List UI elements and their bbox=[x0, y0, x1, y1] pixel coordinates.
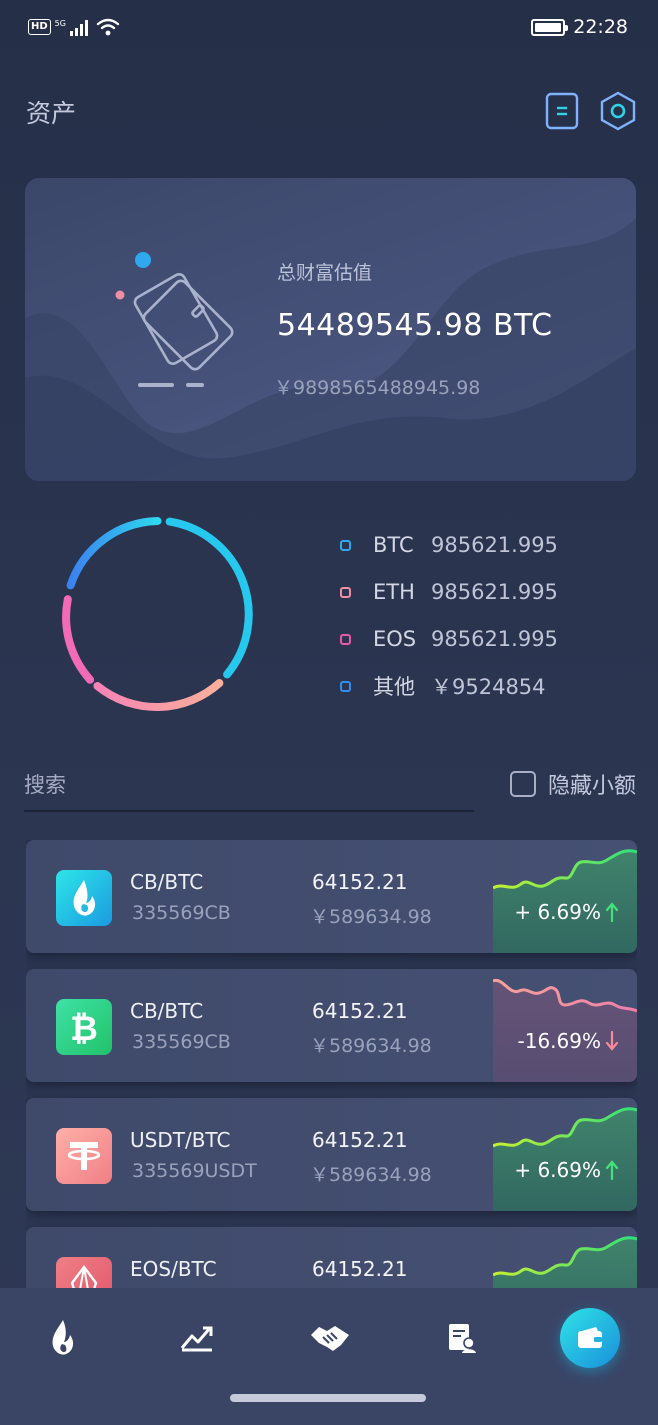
home-indicator[interactable] bbox=[230, 1394, 426, 1402]
coin-pair: USDT/BTC bbox=[130, 1128, 231, 1152]
wealth-cny-value: ￥9898565488945.98 bbox=[274, 377, 481, 399]
legend-dot-icon bbox=[340, 539, 351, 551]
coin-pair: CB/BTC bbox=[130, 870, 204, 894]
legend-item: 其他 ￥9524854 bbox=[340, 671, 600, 701]
coin-change: + 6.69% bbox=[514, 1158, 619, 1182]
coin-change-value: + 6.69% bbox=[514, 900, 601, 924]
clock: 22:28 bbox=[573, 16, 628, 38]
coin-change-value: + 6.69% bbox=[514, 1158, 601, 1182]
search-input[interactable] bbox=[24, 760, 474, 812]
donut-segment-peach bbox=[93, 679, 224, 712]
coin-cny-value: ￥589634.98 bbox=[310, 1164, 432, 1186]
document-user-icon bbox=[449, 1324, 476, 1353]
records-button[interactable] bbox=[544, 90, 580, 130]
donut-segment-pink bbox=[62, 595, 95, 684]
tab-assets[interactable] bbox=[560, 1308, 620, 1368]
tab-bar bbox=[0, 1288, 658, 1425]
tab-trade[interactable] bbox=[300, 1308, 360, 1368]
coin-pair: EOS/BTC bbox=[130, 1257, 217, 1281]
legend-name: 其他 bbox=[373, 675, 415, 699]
wallet-icon bbox=[578, 1327, 602, 1348]
coin-pair: CB/BTC bbox=[130, 999, 204, 1023]
tab-orders[interactable] bbox=[432, 1308, 492, 1368]
search-row: 隐藏小额 bbox=[24, 760, 636, 812]
coin-card[interactable]: ₿ CB/BTC 335569CB 64152.21 ￥589634.98 -1… bbox=[26, 969, 637, 1082]
network-type: 5G bbox=[54, 18, 66, 28]
page-title: 资产 bbox=[26, 99, 77, 128]
sparkline-up bbox=[493, 849, 637, 953]
tab-home[interactable] bbox=[33, 1308, 93, 1368]
flame-icon bbox=[52, 1320, 74, 1355]
coin-cny-value: ￥589634.98 bbox=[310, 906, 432, 928]
coin-amount: 335569USDT bbox=[132, 1160, 257, 1182]
legend-value: 985621.995 bbox=[431, 533, 558, 557]
svg-text:₿: ₿ bbox=[70, 1009, 98, 1049]
status-right: 22:28 bbox=[531, 16, 628, 38]
coin-price: 64152.21 bbox=[312, 870, 408, 894]
status-left: HD 5G bbox=[28, 18, 120, 36]
coin-price: 64152.21 bbox=[312, 1257, 408, 1281]
donut-segment-cyan bbox=[165, 517, 253, 679]
hide-small-toggle[interactable]: 隐藏小额 bbox=[509, 768, 636, 800]
flame-icon bbox=[56, 870, 112, 926]
legend-value: ￥9524854 bbox=[431, 675, 546, 699]
hide-small-label: 隐藏小额 bbox=[547, 774, 636, 799]
tab-market[interactable] bbox=[167, 1308, 227, 1368]
legend-dot-icon bbox=[340, 680, 351, 692]
coin-amount: 335569CB bbox=[132, 1031, 231, 1053]
coin-change: -16.69% bbox=[518, 1029, 619, 1053]
sparkline-up bbox=[493, 1107, 637, 1211]
legend-name: ETH bbox=[373, 580, 415, 604]
status-bar: HD 5G 22:28 bbox=[0, 0, 658, 58]
wifi-icon bbox=[96, 18, 120, 36]
sparkline-down bbox=[493, 978, 637, 1082]
hide-small-checkbox[interactable] bbox=[509, 771, 536, 797]
sparkline-up bbox=[493, 1236, 637, 1288]
legend-dot-icon bbox=[340, 633, 351, 645]
legend-name: EOS bbox=[373, 627, 417, 651]
bitcoin-icon: ₿ bbox=[56, 999, 112, 1055]
legend-dot-icon bbox=[340, 586, 351, 598]
coin-change-value: -16.69% bbox=[517, 1029, 601, 1053]
coin-price: 64152.21 bbox=[312, 1128, 408, 1152]
wealth-btc-value: 54489545.98 BTC bbox=[277, 308, 553, 343]
coin-change: + 6.69% bbox=[514, 900, 619, 924]
legend-item: ETH 985621.995 bbox=[340, 577, 600, 607]
coin-card[interactable]: USDT/BTC 335569USDT 64152.21 ￥589634.98 … bbox=[26, 1098, 637, 1211]
wallet-illustration-icon bbox=[115, 252, 234, 387]
coin-amount: 335569CB bbox=[132, 902, 231, 924]
battery-icon bbox=[531, 18, 569, 36]
donut-segment-blue bbox=[66, 517, 162, 590]
tether-icon bbox=[56, 1128, 112, 1184]
network-badge: HD bbox=[28, 19, 51, 35]
legend-item: BTC 985621.995 bbox=[340, 530, 600, 560]
legend-item: EOS 985621.995 bbox=[340, 624, 600, 654]
arrow-down-icon bbox=[605, 1031, 619, 1051]
header: 资产 bbox=[0, 90, 658, 140]
arrow-up-icon bbox=[605, 1160, 619, 1180]
allocation-donut bbox=[62, 517, 253, 712]
legend-value: 985621.995 bbox=[431, 580, 558, 604]
coin-cny-value: ￥589634.98 bbox=[310, 1035, 432, 1057]
signal-icon bbox=[69, 20, 88, 36]
coin-card[interactable]: CB/BTC 335569CB 64152.21 ￥589634.98 + 6.… bbox=[26, 840, 637, 953]
hexagon-settings-icon bbox=[600, 91, 636, 131]
legend-value: 985621.995 bbox=[431, 627, 558, 651]
arrow-up-icon bbox=[605, 902, 619, 922]
settings-button[interactable] bbox=[598, 90, 636, 131]
wealth-label: 总财富估值 bbox=[277, 262, 373, 284]
coin-list[interactable]: CB/BTC 335569CB 64152.21 ￥589634.98 + 6.… bbox=[26, 840, 637, 1288]
coin-card[interactable]: EOS/BTC 64152.21 bbox=[26, 1227, 637, 1288]
trend-chart-icon bbox=[180, 1326, 213, 1352]
eos-icon bbox=[56, 1257, 112, 1288]
handshake-icon bbox=[311, 1326, 349, 1351]
legend-name: BTC bbox=[373, 533, 414, 557]
document-icon bbox=[545, 92, 579, 130]
coin-price: 64152.21 bbox=[312, 999, 408, 1023]
